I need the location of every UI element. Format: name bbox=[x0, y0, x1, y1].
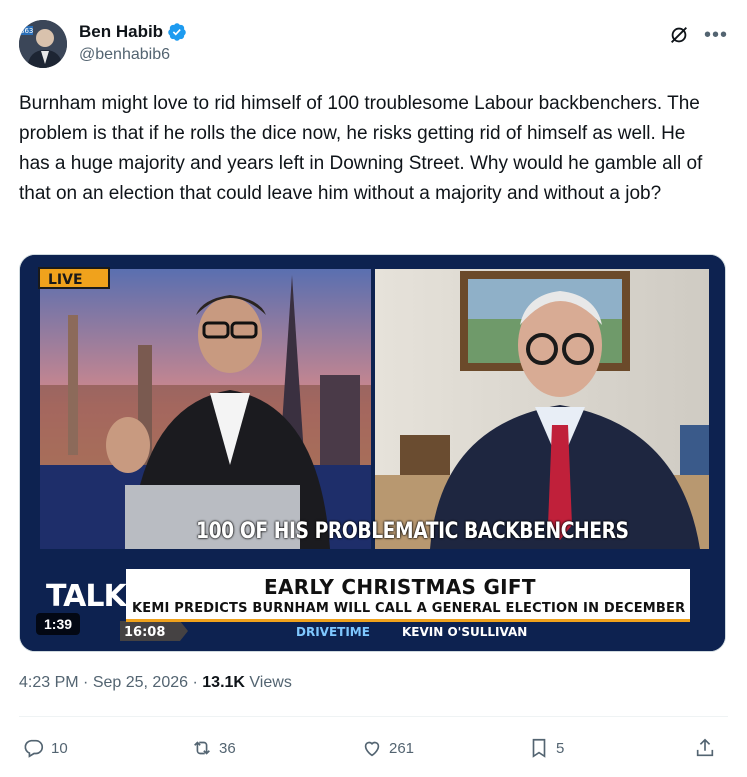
verified-badge-icon[interactable] bbox=[167, 22, 187, 42]
action-bar: 10 36 261 5 bbox=[19, 732, 728, 764]
repost-count: 36 bbox=[219, 739, 236, 757]
bookmark-icon bbox=[532, 738, 546, 758]
channel-logo: TALK bbox=[46, 579, 127, 614]
heart-icon bbox=[364, 741, 380, 757]
more-options-icon[interactable]: ••• bbox=[704, 25, 728, 45]
avatar[interactable]: 863 bbox=[19, 20, 67, 68]
video-caption: 100 OF HIS PROBLEMATIC BACKBENCHERS bbox=[196, 519, 629, 544]
avatar-badge-text: 863 bbox=[20, 27, 33, 35]
tweet-time[interactable]: 4:23 PM bbox=[19, 674, 79, 691]
like-button[interactable]: 261 bbox=[361, 732, 414, 764]
video-clock: 16:08 bbox=[124, 625, 166, 640]
handle[interactable]: @benhabib6 bbox=[79, 46, 187, 64]
repost-button[interactable]: 36 bbox=[191, 732, 236, 764]
share-icon bbox=[696, 738, 714, 757]
views-label: Views bbox=[249, 674, 292, 691]
top-icons: ••• bbox=[668, 24, 728, 46]
tweet-meta: 4:23 PM · Sep 25, 2026 · 13.1K Views bbox=[19, 674, 292, 692]
tweet-header: 863 Ben Habib @benhabib6 ••• bbox=[19, 18, 728, 70]
show-name: DRIVETIME bbox=[296, 625, 370, 639]
grok-icon[interactable] bbox=[668, 24, 690, 46]
tweet-date[interactable]: Sep 25, 2026 bbox=[93, 674, 188, 691]
meta-separator: · bbox=[83, 674, 89, 691]
video-headline: EARLY CHRISTMAS GIFT bbox=[264, 575, 536, 599]
author-names: Ben Habib @benhabib6 bbox=[79, 22, 187, 64]
live-badge: LIVE bbox=[38, 267, 110, 289]
divider bbox=[19, 716, 728, 717]
video-subheadline: KEMI PREDICTS BURNHAM WILL CALL A GENERA… bbox=[132, 601, 686, 616]
display-name[interactable]: Ben Habib bbox=[79, 22, 163, 42]
bookmark-count: 5 bbox=[556, 739, 565, 757]
reply-button[interactable]: 10 bbox=[23, 732, 68, 764]
views-count: 13.1K bbox=[202, 674, 245, 691]
presenter-name: KEVIN O'SULLIVAN bbox=[402, 625, 528, 639]
share-button[interactable] bbox=[694, 732, 716, 764]
video-player[interactable]: LIVE 100 OF HIS PROBLEMATIC BACKBENCHERS… bbox=[19, 254, 726, 652]
meta-separator: · bbox=[192, 674, 198, 691]
bookmark-button[interactable]: 5 bbox=[528, 732, 564, 764]
tweet-text: Burnham might love to rid himself of 100… bbox=[19, 93, 703, 204]
like-count: 261 bbox=[389, 739, 415, 757]
repost-icon bbox=[194, 741, 210, 755]
reply-count: 10 bbox=[51, 739, 68, 757]
reply-icon bbox=[24, 739, 44, 758]
video-duration: 1:39 bbox=[36, 613, 81, 635]
